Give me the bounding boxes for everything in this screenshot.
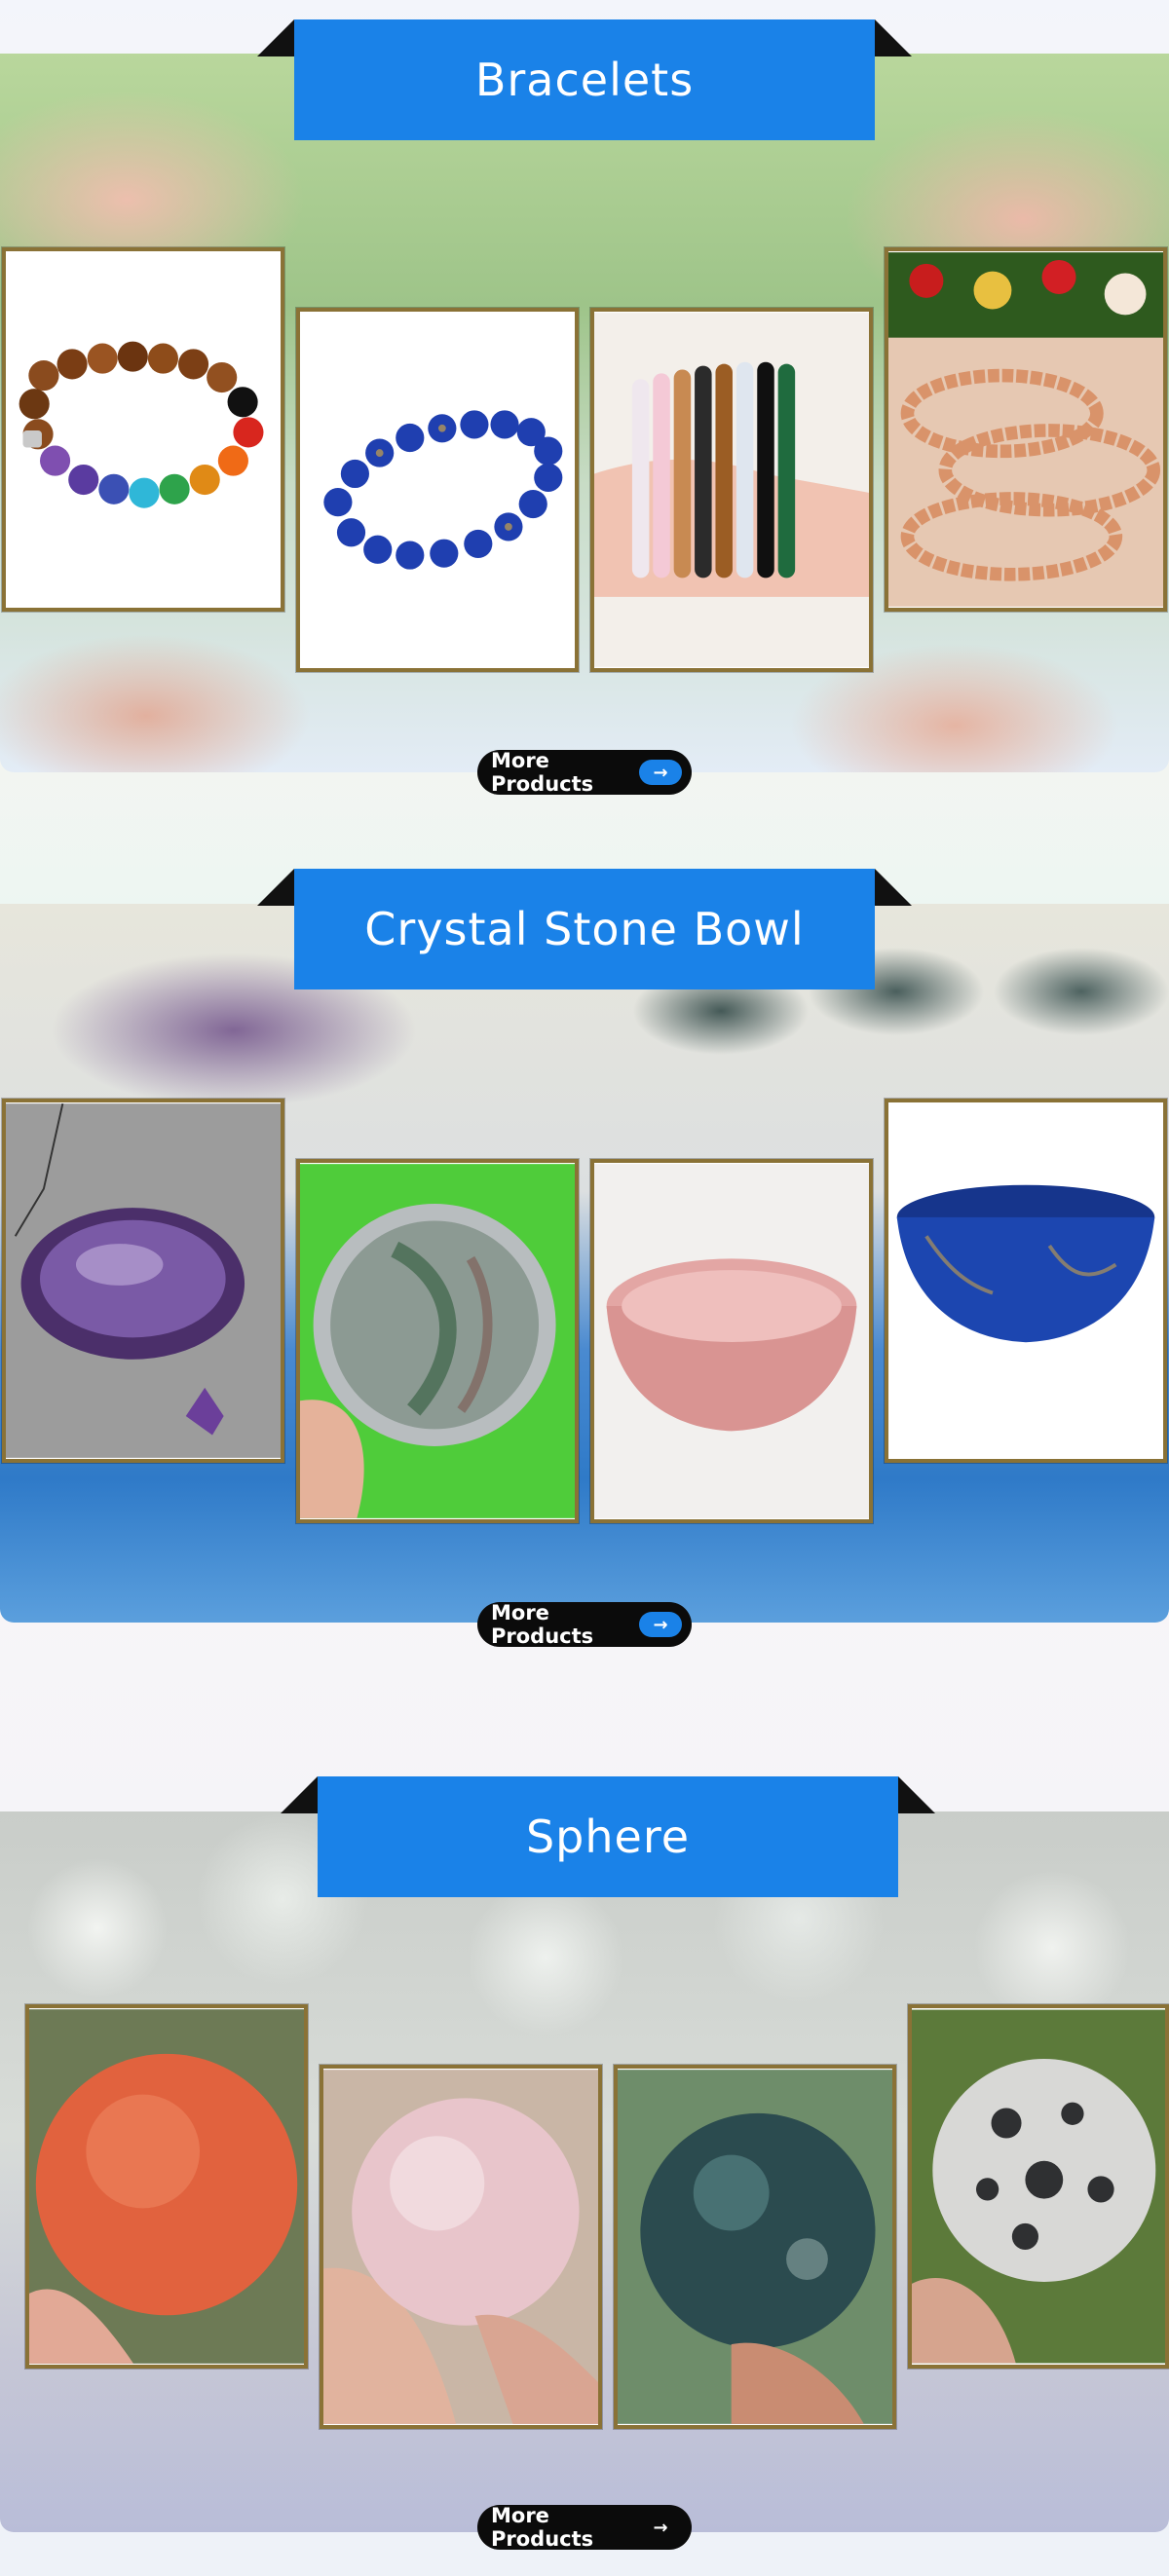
product-image xyxy=(300,313,575,667)
product-card[interactable] xyxy=(2,1099,284,1463)
section-title: Bracelets xyxy=(294,19,875,140)
title-tab-left xyxy=(281,1776,318,1813)
sphere-title-wrap: Sphere xyxy=(281,1776,935,1897)
more-products-button[interactable]: More Products → xyxy=(477,1601,692,1648)
product-card[interactable] xyxy=(296,308,579,672)
product-card[interactable] xyxy=(885,1099,1167,1463)
section-crystal-stone-bowl: Crystal Stone Bowl More Products → xyxy=(0,847,1169,1651)
section-bracelets: Bracelets More Products → xyxy=(0,0,1169,796)
product-card[interactable] xyxy=(25,2004,308,2369)
section-sphere: Sphere More Products → xyxy=(0,1773,1169,2576)
product-card[interactable] xyxy=(296,1159,579,1523)
title-tab-right xyxy=(898,1776,935,1813)
more-products-button[interactable]: More Products → xyxy=(477,2504,692,2551)
bracelets-title-wrap: Bracelets xyxy=(257,19,912,140)
product-image xyxy=(323,2070,598,2424)
product-image xyxy=(912,2009,1165,2364)
title-tab-left xyxy=(257,869,294,906)
product-image xyxy=(594,313,869,667)
product-card[interactable] xyxy=(590,308,873,672)
title-tab-right xyxy=(875,869,912,906)
product-image xyxy=(6,1102,281,1458)
bowl-title-wrap: Crystal Stone Bowl xyxy=(257,869,912,989)
product-card[interactable] xyxy=(908,2004,1169,2369)
product-image xyxy=(888,252,1163,607)
arrow-right-icon: → xyxy=(653,2517,668,2538)
product-image xyxy=(300,1164,575,1518)
arrow-right-icon: → xyxy=(639,1612,682,1637)
product-image xyxy=(6,252,281,607)
more-products-label: More Products xyxy=(491,2504,594,2551)
section-title: Crystal Stone Bowl xyxy=(294,869,875,989)
title-tab-right xyxy=(875,19,912,56)
arrow-right-icon: → xyxy=(639,760,682,785)
more-products-label: More Products xyxy=(491,749,594,796)
product-card[interactable] xyxy=(2,247,284,612)
product-card[interactable] xyxy=(614,2065,896,2429)
product-image xyxy=(29,2009,304,2364)
section-title: Sphere xyxy=(318,1776,898,1897)
product-card[interactable] xyxy=(320,2065,602,2429)
product-image xyxy=(594,1164,869,1518)
more-products-label: More Products xyxy=(491,1601,594,1648)
more-products-button[interactable]: More Products → xyxy=(477,749,692,796)
product-card[interactable] xyxy=(885,247,1167,612)
product-image xyxy=(888,1103,1163,1458)
title-tab-left xyxy=(257,19,294,56)
product-image xyxy=(618,2070,892,2424)
product-card[interactable] xyxy=(590,1159,873,1523)
